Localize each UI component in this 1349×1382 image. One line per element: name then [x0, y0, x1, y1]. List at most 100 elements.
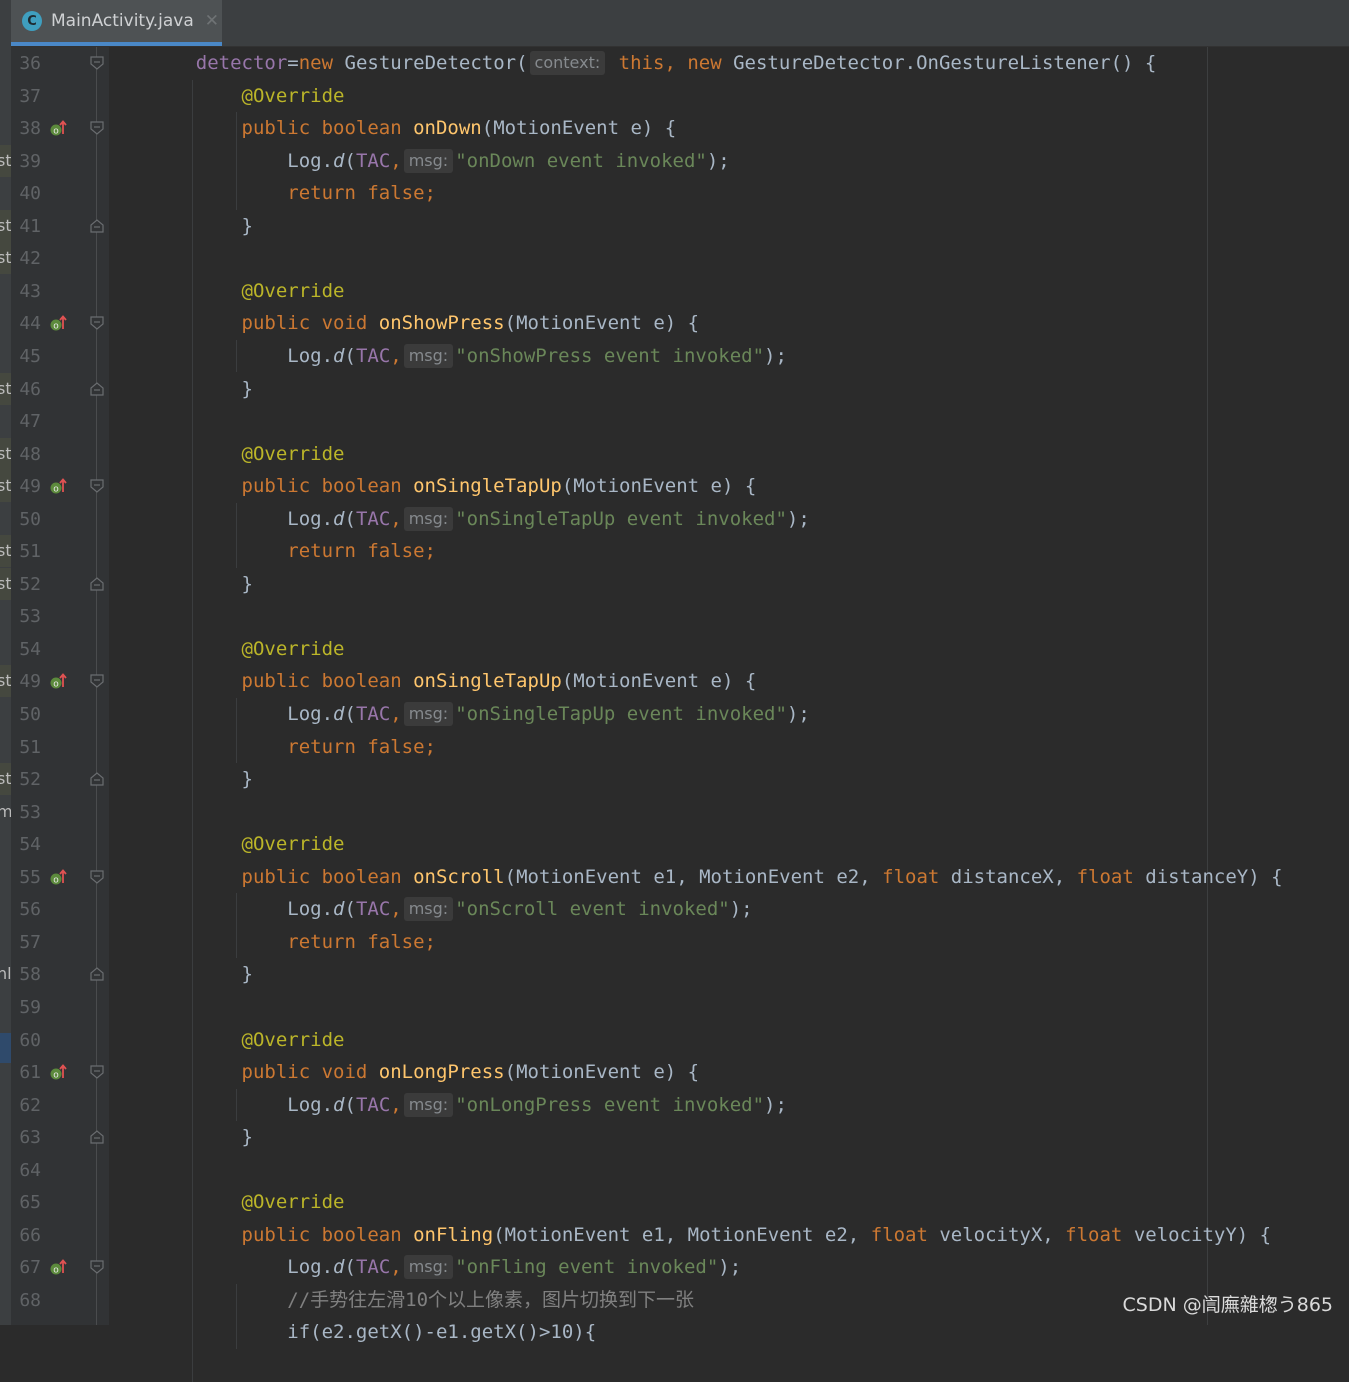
code-token: @Override: [241, 442, 345, 465]
code-line[interactable]: 60 @Override: [0, 1024, 1349, 1057]
code-line[interactable]: 40 return false;: [0, 177, 1349, 210]
code-line[interactable]: 66 public boolean onFling(MotionEvent e1…: [0, 1219, 1349, 1252]
override-method-icon[interactable]: o: [50, 119, 68, 137]
code-line[interactable]: 45 Log.d(TAC, msg: "onShowPress event invo…: [0, 340, 1349, 373]
fold-collapse-icon[interactable]: [90, 479, 104, 493]
override-method-icon[interactable]: o: [50, 1063, 68, 1081]
code-line[interactable]: 39 Log.d(TAC, msg: "onDown event invoked")…: [0, 145, 1349, 178]
code-line[interactable]: 63 }: [0, 1121, 1349, 1154]
override-method-icon[interactable]: o: [50, 314, 68, 332]
code-line[interactable]: 49 o public boolean onSingleTapUp(MotionE…: [0, 665, 1349, 698]
code-line[interactable]: 59: [0, 991, 1349, 1024]
code-token: "onLongPress event invoked": [455, 1093, 765, 1116]
code-line[interactable]: 52 }: [0, 763, 1349, 796]
code-token: @Override: [241, 1028, 345, 1051]
code-line[interactable]: 61 o public void onLongPress(MotionEvent …: [0, 1056, 1349, 1089]
tab-title: MainActivity.java: [51, 11, 194, 31]
code-line[interactable]: 51 return false;: [0, 731, 1349, 764]
code-line[interactable]: 54 @Override: [0, 828, 1349, 861]
code-line[interactable]: 62 Log.d(TAC, msg: "onLongPress event invo…: [0, 1089, 1349, 1122]
parameter-hint: msg:: [403, 702, 454, 726]
code-line[interactable]: 57 return false;: [0, 926, 1349, 959]
code-token: TAC: [355, 149, 391, 172]
line-number: 42: [19, 248, 41, 270]
fold-end-icon[interactable]: [90, 967, 104, 981]
code-line[interactable]: 41 }: [0, 210, 1349, 243]
tab-main-activity[interactable]: C MainActivity.java ✕: [11, 0, 222, 46]
code-token: (: [344, 1093, 356, 1116]
code-token: public void: [241, 312, 379, 335]
fold-collapse-icon[interactable]: [90, 1065, 104, 1079]
fold-end-icon[interactable]: [90, 577, 104, 591]
fold-end-icon[interactable]: [90, 772, 104, 786]
code-line[interactable]: 37 @Override: [0, 80, 1349, 113]
code-line[interactable]: if(e2.getX()-e1.getX()>10){: [0, 1316, 1349, 1349]
code-line[interactable]: 44 o public void onShowPress(MotionEvent …: [0, 307, 1349, 340]
indent-guide: [236, 893, 237, 959]
override-method-icon[interactable]: o: [50, 868, 68, 886]
code-line[interactable]: 53: [0, 796, 1349, 829]
fold-collapse-icon[interactable]: [90, 1260, 104, 1275]
code-line[interactable]: 36 detector=new GestureDetector(context:…: [0, 47, 1349, 80]
line-number: 57: [19, 931, 41, 953]
code-token: distanceY) {: [1145, 865, 1283, 888]
code-line[interactable]: 54 @Override: [0, 633, 1349, 666]
code-token: TAC: [355, 703, 391, 725]
code-line[interactable]: 67 o Log.d(TAC, msg: "onFling event invoked…: [0, 1251, 1349, 1284]
code-line[interactable]: 38 o public boolean onDown(MotionEvent e)…: [0, 112, 1349, 145]
line-number: 48: [19, 443, 41, 465]
code-text: public boolean onSingleTapUp(MotionEvent…: [150, 470, 757, 503]
code-line[interactable]: 48 @Override: [0, 438, 1349, 471]
indent-guide: [236, 1088, 237, 1122]
parameter-hint: msg:: [403, 343, 454, 368]
code-token: "onDown event invoked": [455, 149, 707, 172]
code-line[interactable]: 52 }: [0, 568, 1349, 601]
code-line[interactable]: 53: [0, 600, 1349, 633]
fold-collapse-icon[interactable]: [90, 121, 104, 135]
code-text: @Override: [150, 438, 345, 471]
code-token: (MotionEvent e1, MotionEvent e2,: [504, 865, 883, 888]
code-line[interactable]: 58 }: [0, 958, 1349, 991]
code-text: if(e2.getX()-e1.getX()>10){: [150, 1316, 596, 1349]
override-method-icon[interactable]: o: [50, 672, 68, 690]
fold-collapse-icon[interactable]: [90, 870, 104, 884]
svg-text:o: o: [53, 680, 59, 690]
code-token: (MotionEvent e) {: [561, 670, 757, 693]
code-line[interactable]: 50 Log.d(TAC, msg: "onSingleTapUp event in…: [0, 503, 1349, 536]
code-token: float: [870, 1223, 940, 1246]
code-text: Log.d(TAC, msg: "onSingleTapUp event invok…: [150, 698, 810, 731]
code-token: return false;: [287, 735, 436, 758]
code-token: public boolean: [241, 865, 414, 888]
code-token: }: [150, 1126, 253, 1149]
code-line[interactable]: 51 return false;: [0, 535, 1349, 568]
code-token: d: [333, 1256, 345, 1279]
fold-collapse-icon[interactable]: [90, 56, 104, 70]
fold-end-icon[interactable]: [90, 218, 104, 233]
code-line[interactable]: 65 @Override: [0, 1186, 1349, 1219]
code-text: }: [150, 210, 253, 243]
svg-text:o: o: [53, 875, 59, 885]
code-line[interactable]: 64: [0, 1154, 1349, 1187]
override-method-icon[interactable]: o: [50, 1258, 68, 1276]
code-line[interactable]: 56 Log.d(TAC, msg: "onScroll event invoked…: [0, 893, 1349, 926]
code-token: onShowPress: [378, 312, 505, 335]
code-token: (MotionEvent e) {: [481, 117, 677, 140]
code-line[interactable]: 42: [0, 242, 1349, 275]
code-line[interactable]: 50 Log.d(TAC, msg: "onSingleTapUp event in…: [0, 698, 1349, 731]
code-token: ,: [664, 52, 688, 74]
indent-guide: [192, 79, 193, 1382]
code-token: "onShowPress event invoked": [455, 344, 765, 367]
fold-collapse-icon[interactable]: [90, 316, 104, 331]
line-number: 56: [19, 899, 41, 921]
fold-end-icon[interactable]: [90, 381, 104, 396]
code-line[interactable]: 49 o public boolean onSingleTapUp(MotionE…: [0, 470, 1349, 503]
fold-collapse-icon[interactable]: [90, 674, 104, 689]
code-line[interactable]: 47: [0, 405, 1349, 438]
code-line[interactable]: 46 }: [0, 373, 1349, 406]
fold-end-icon[interactable]: [90, 1130, 104, 1144]
code-line[interactable]: 55 o public boolean onScroll(MotionEvent …: [0, 861, 1349, 894]
code-text: @Override: [150, 80, 345, 113]
close-icon[interactable]: ✕: [205, 11, 219, 31]
code-line[interactable]: 43 @Override: [0, 275, 1349, 308]
override-method-icon[interactable]: o: [50, 477, 68, 495]
